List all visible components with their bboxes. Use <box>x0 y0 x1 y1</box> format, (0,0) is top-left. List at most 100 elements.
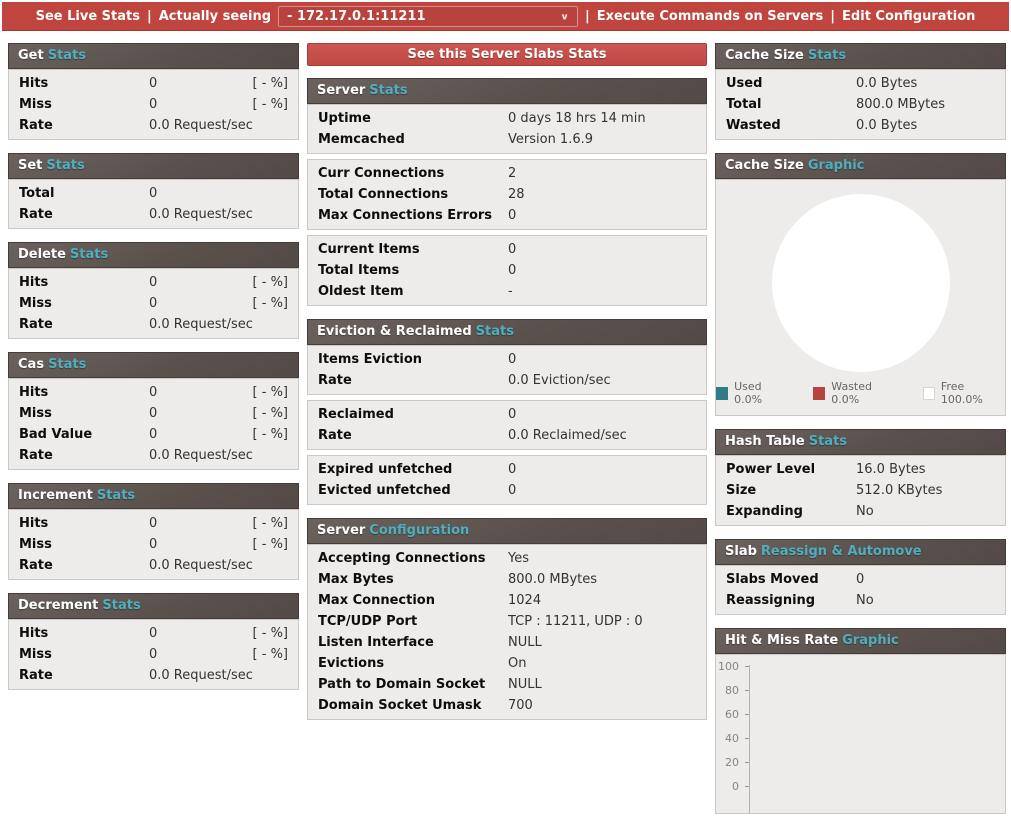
stat-percent: [ - %] <box>253 406 288 421</box>
stat-label: Oldest Item <box>318 284 508 299</box>
row-power-level: Power Level16.0 Bytes <box>716 459 1005 480</box>
stat-label: Domain Socket Umask <box>318 698 508 713</box>
stat-value: No <box>856 593 874 608</box>
row-hits: Hits0[ - %] <box>9 623 298 644</box>
stat-value: Yes <box>508 551 529 566</box>
panel-header: SlabReassign & Automove <box>715 539 1006 565</box>
row-hits: Hits0[ - %] <box>9 382 298 403</box>
y-tick-mark <box>745 738 749 739</box>
y-tick-mark <box>745 666 749 667</box>
panel-decrement-stats: DecrementStatsHits0[ - %]Miss0[ - %]Rate… <box>8 593 299 690</box>
row-bad-value: Bad Value0[ - %] <box>9 424 298 445</box>
stat-value: 0 <box>508 483 516 498</box>
stat-percent: [ - %] <box>253 647 288 662</box>
stat-value: 0 days 18 hrs 14 min <box>508 111 646 126</box>
y-tick-mark <box>745 690 749 691</box>
stat-value: 0.0 Request/sec <box>149 668 253 683</box>
y-tick-label: 20 <box>715 756 739 769</box>
y-tick: 0 <box>716 786 749 798</box>
stat-value: 0.0 Request/sec <box>149 118 253 133</box>
stat-value: 0 <box>149 296 157 311</box>
stat-label: Items Eviction <box>318 352 508 367</box>
main-layout: GetStatsHits0[ - %]Miss0[ - %]Rate0.0 Re… <box>0 31 1011 827</box>
stat-label: Rate <box>19 317 149 332</box>
stat-value: - <box>508 284 513 299</box>
row-rate: Rate0.0 Request/sec <box>9 665 298 686</box>
stat-value: 0 <box>149 406 157 421</box>
row-rate: Rate0.0 Eviction/sec <box>308 370 706 391</box>
stat-label: Max Bytes <box>318 572 508 587</box>
y-tick-mark <box>745 762 749 763</box>
y-tick-mark <box>745 714 749 715</box>
server-select[interactable]: - 172.17.0.1:11211 ∨ <box>278 6 578 27</box>
stat-label: Hits <box>19 76 149 91</box>
stat-block: Hits0[ - %]Miss0[ - %]Rate0.0 Request/se… <box>8 69 299 140</box>
stat-label: Curr Connections <box>318 166 508 181</box>
middle-panels: ServerStatsUptime0 days 18 hrs 14 minMem… <box>307 78 707 720</box>
panel-cache-size-stats: Cache SizeStatsUsed0.0 BytesTotal800.0 M… <box>715 43 1006 140</box>
chart-y-axis <box>749 665 750 813</box>
stat-label: Rate <box>318 373 508 388</box>
panel-header: ServerConfiguration <box>307 518 707 544</box>
pie-legend: Used 0.0%Wasted 0.0%Free 100.0% <box>716 380 1005 406</box>
row-expanding: ExpandingNo <box>716 501 1005 522</box>
stat-label: Miss <box>19 647 149 662</box>
stat-value: 0.0 Eviction/sec <box>508 373 611 388</box>
see-live-stats-link[interactable]: See Live Stats <box>36 9 140 24</box>
stat-value: 2 <box>508 166 516 181</box>
separator: | <box>147 9 152 24</box>
stat-value: On <box>508 656 526 671</box>
row-total: Total800.0 MBytes <box>716 94 1005 115</box>
row-miss: Miss0[ - %] <box>9 293 298 314</box>
stat-value: 28 <box>508 187 525 202</box>
stat-label: Hits <box>19 385 149 400</box>
middle-column: See this Server Slabs Stats ServerStatsU… <box>307 43 707 733</box>
row-domain-socket-umask: Domain Socket Umask700 <box>308 695 706 716</box>
stat-label: Bad Value <box>19 427 149 442</box>
stat-label: Expired unfetched <box>318 462 508 477</box>
y-tick: 100 <box>716 666 749 678</box>
stat-label: Expanding <box>726 504 856 519</box>
stat-label: TCP/UDP Port <box>318 614 508 629</box>
stat-value: 0 <box>149 76 157 91</box>
panel-header: Hash TableStats <box>715 429 1006 455</box>
stat-label: Slabs Moved <box>726 572 856 587</box>
edit-configuration-link[interactable]: Edit Configuration <box>842 9 975 24</box>
stat-value: 0.0 Reclaimed/sec <box>508 428 627 443</box>
stat-value: 0 <box>149 647 157 662</box>
panel-header: SetStats <box>8 153 299 179</box>
stat-value: 0 <box>508 263 516 278</box>
panel-header: CasStats <box>8 352 299 378</box>
row-max-bytes: Max Bytes800.0 MBytes <box>308 569 706 590</box>
left-column: GetStatsHits0[ - %]Miss0[ - %]Rate0.0 Re… <box>8 43 299 703</box>
pie-slice-free <box>772 194 950 372</box>
see-server-slabs-stats-button[interactable]: See this Server Slabs Stats <box>307 43 707 66</box>
hit-miss-rate-chart: 100806040200 <box>715 654 1006 814</box>
stat-value: Version 1.6.9 <box>508 132 593 147</box>
stat-block: Hits0[ - %]Miss0[ - %]Rate0.0 Request/se… <box>8 509 299 580</box>
stat-label: Accepting Connections <box>318 551 508 566</box>
y-tick-label: 0 <box>715 780 739 793</box>
stat-percent: [ - %] <box>253 516 288 531</box>
y-tick-label: 100 <box>715 660 739 673</box>
stat-label: Rate <box>19 118 149 133</box>
stat-percent: [ - %] <box>253 97 288 112</box>
stat-label: Total Connections <box>318 187 508 202</box>
row-path-to-domain-socket: Path to Domain SocketNULL <box>308 674 706 695</box>
panel-subtitle: Stats <box>48 357 86 372</box>
stat-label: Power Level <box>726 462 856 477</box>
stat-value: 0 <box>149 97 157 112</box>
stat-label: Path to Domain Socket <box>318 677 508 692</box>
panel-header: DeleteStats <box>8 242 299 268</box>
stat-label: Rate <box>19 207 149 222</box>
execute-commands-link[interactable]: Execute Commands on Servers <box>597 9 824 24</box>
stat-label: Uptime <box>318 111 508 126</box>
panel-header: Cache SizeStats <box>715 43 1006 69</box>
y-tick: 60 <box>716 714 749 726</box>
panel-header: Eviction & ReclaimedStats <box>307 319 707 345</box>
row-rate: Rate0.0 Reclaimed/sec <box>308 425 706 446</box>
panel-cache-size-graphic: Cache SizeGraphicUsed 0.0%Wasted 0.0%Fre… <box>715 153 1006 416</box>
row-miss: Miss0[ - %] <box>9 534 298 555</box>
panel-subtitle: Stats <box>97 488 135 503</box>
panel-server-stats: ServerStatsUptime0 days 18 hrs 14 minMem… <box>307 78 707 306</box>
